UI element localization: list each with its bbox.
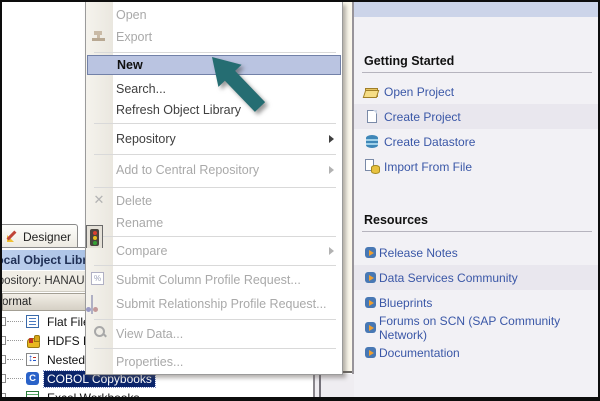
getting-started-heading: Getting Started xyxy=(362,54,592,73)
link-release-notes[interactable]: Release Notes xyxy=(354,240,598,265)
menu-item-open: Open xyxy=(87,4,341,26)
menu-separator xyxy=(94,348,336,349)
open-project-icon xyxy=(364,84,380,99)
create-datastore-icon xyxy=(364,134,380,149)
tab-designer[interactable]: Designer xyxy=(0,224,78,248)
tree-expander[interactable] xyxy=(2,388,26,401)
menu-item-compare: Compare xyxy=(87,239,341,263)
link-forums-on-scn[interactable]: Forums on SCN (SAP Community Network) xyxy=(354,315,598,340)
tree-expander[interactable] xyxy=(2,331,26,350)
link-documentation[interactable]: Documentation xyxy=(354,340,598,365)
traffic-light-icon xyxy=(90,229,99,246)
relationship-profile-icon xyxy=(91,295,93,314)
tab-monitor[interactable] xyxy=(86,225,103,248)
column-profile-icon: % xyxy=(91,272,104,285)
resource-arrow-icon xyxy=(365,347,376,358)
menu-separator xyxy=(94,265,336,266)
start-page-panel: Getting Started Open Project Create Proj… xyxy=(352,2,598,397)
menu-item-add-to-central-repository: Add to Central Repository xyxy=(87,157,341,183)
tree-expander[interactable] xyxy=(2,312,26,331)
resource-arrow-icon xyxy=(365,272,376,283)
menu-item-properties: Properties... xyxy=(87,351,341,373)
menu-item-search[interactable]: Search... xyxy=(87,78,341,100)
resources-heading: Resources xyxy=(362,213,592,232)
workspace-edge xyxy=(343,2,352,373)
menu-separator xyxy=(94,187,336,188)
resource-arrow-icon xyxy=(365,247,376,258)
app-window: Getting Started Open Project Create Proj… xyxy=(0,0,600,401)
menu-item-new[interactable]: New xyxy=(87,55,341,75)
create-project-icon xyxy=(364,109,380,124)
menu-item-refresh-object-library[interactable]: Refresh Object Library xyxy=(87,100,341,121)
link-blueprints[interactable]: Blueprints xyxy=(354,290,598,315)
import-from-file-icon xyxy=(364,159,380,174)
hdfs-files-icon xyxy=(26,334,40,348)
link-open-project[interactable]: Open Project xyxy=(354,79,598,104)
menu-item-delete: Delete xyxy=(87,190,341,212)
export-icon xyxy=(91,29,107,45)
designer-icon xyxy=(7,230,20,243)
delete-icon: ✕ xyxy=(91,193,107,209)
menu-item-submit-column-profile-request: Submit Column Profile Request... xyxy=(87,268,341,292)
submenu-arrow-icon xyxy=(329,166,334,174)
menu-separator xyxy=(94,154,336,155)
menu-separator xyxy=(94,236,336,237)
tabstrip-divider xyxy=(2,247,86,248)
submenu-arrow-icon xyxy=(329,135,334,143)
menu-item-view-data: View Data... xyxy=(87,322,341,346)
submenu-arrow-icon xyxy=(329,247,334,255)
tree-item-excel-workbooks[interactable]: Excel Workbooks xyxy=(2,388,313,401)
menu-separator xyxy=(94,123,336,124)
context-menu: Open Export New Search... Refresh Object… xyxy=(85,2,343,375)
tree-expander[interactable] xyxy=(2,369,26,388)
menu-item-submit-relationship-profile-request: Submit Relationship Profile Request... xyxy=(87,292,341,316)
flat-files-icon xyxy=(26,315,40,329)
cobol-copybooks-icon: C xyxy=(26,372,40,386)
link-data-services-community[interactable]: Data Services Community xyxy=(354,265,598,290)
menu-item-rename: Rename xyxy=(87,212,341,234)
resource-arrow-icon xyxy=(365,297,376,308)
menu-separator xyxy=(94,319,336,320)
link-create-datastore[interactable]: Create Datastore xyxy=(354,129,598,154)
panel-splitter[interactable] xyxy=(313,374,354,399)
link-create-project[interactable]: Create Project xyxy=(354,104,598,129)
nested-schemas-icon xyxy=(26,353,40,367)
start-page-top-band xyxy=(354,2,598,17)
resource-arrow-icon xyxy=(365,322,376,333)
menu-item-export: Export xyxy=(87,26,341,48)
link-import-from-file[interactable]: Import From File xyxy=(354,154,598,179)
menu-item-repository[interactable]: Repository xyxy=(87,126,341,152)
excel-workbooks-icon xyxy=(26,391,40,401)
tree-expander[interactable] xyxy=(2,350,26,369)
menu-separator xyxy=(94,52,336,53)
